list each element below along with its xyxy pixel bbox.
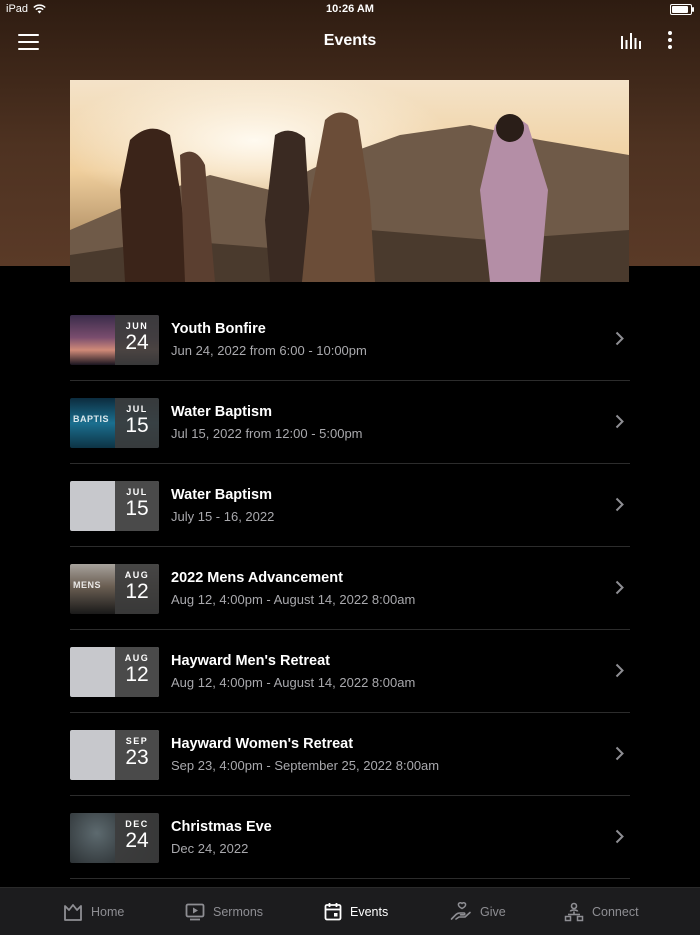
event-row[interactable]: DEC 24 Christmas Eve Dec 24, 2022 <box>70 796 630 879</box>
bar-chart-icon[interactable] <box>620 32 642 50</box>
event-thumbnail: JUL 15 <box>70 481 159 531</box>
thumbnail-text: BAPTIS <box>73 414 110 424</box>
event-datetime: Jun 24, 2022 from 6:00 - 10:00pm <box>171 343 367 358</box>
chevron-right-icon <box>615 331 624 346</box>
event-thumbnail: BAPTIS JUL 15 <box>70 398 159 448</box>
event-thumbnail: DEC 24 <box>70 813 159 863</box>
event-row[interactable]: SEP 23 Hayward Women's Retreat Sep 23, 4… <box>70 713 630 796</box>
tab-events[interactable]: Events <box>324 888 388 935</box>
event-row[interactable]: BAPTIS JUL 15 Water Baptism Jul 15, 2022… <box>70 381 630 464</box>
connect-network-icon <box>564 902 584 921</box>
event-list: JUN 24 Youth Bonfire Jun 24, 2022 from 6… <box>70 298 630 879</box>
tab-home[interactable]: Home <box>63 888 124 935</box>
date-badge: JUL 15 <box>115 481 159 531</box>
event-datetime: Jul 15, 2022 from 12:00 - 5:00pm <box>171 426 363 441</box>
event-thumbnail: JUN 24 <box>70 315 159 365</box>
date-badge: JUN 24 <box>115 315 159 365</box>
event-thumbnail: SEP 23 <box>70 730 159 780</box>
event-title: Hayward Men's Retreat <box>171 653 330 669</box>
date-badge: JUL 15 <box>115 398 159 448</box>
home-icon <box>64 903 82 921</box>
chevron-right-icon <box>615 663 624 678</box>
clock: 10:26 AM <box>326 3 374 15</box>
more-options-icon[interactable] <box>664 31 676 53</box>
thumbnail-text: MENS <box>73 580 102 590</box>
date-badge: DEC 24 <box>115 813 159 863</box>
event-datetime: Sep 23, 4:00pm - September 25, 2022 8:00… <box>171 758 440 773</box>
calendar-icon <box>324 903 342 921</box>
event-title: Water Baptism <box>171 404 272 420</box>
event-title: Water Baptism <box>171 487 272 503</box>
event-datetime: July 15 - 16, 2022 <box>171 509 275 524</box>
chevron-right-icon <box>615 497 624 512</box>
event-datetime: Dec 24, 2022 <box>171 841 249 856</box>
navigation-bar: Events <box>0 22 700 62</box>
hero-image <box>70 80 629 282</box>
give-hand-icon <box>450 902 471 920</box>
page-title: Events <box>323 32 377 49</box>
play-screen-icon <box>185 903 205 920</box>
event-title: Christmas Eve <box>171 819 272 835</box>
tab-bar: Home Sermons Events Give Connect <box>0 887 700 935</box>
tab-label: Connect <box>592 904 639 919</box>
tab-label: Give <box>480 904 506 919</box>
event-row[interactable]: MENS AUG 12 2022 Mens Advancement Aug 12… <box>70 547 630 630</box>
event-thumbnail: AUG 12 <box>70 647 159 697</box>
tab-sermons[interactable]: Sermons <box>185 888 263 935</box>
tab-label: Sermons <box>213 904 264 919</box>
tab-give[interactable]: Give <box>450 888 506 935</box>
chevron-right-icon <box>615 414 624 429</box>
event-title: Hayward Women's Retreat <box>171 736 354 752</box>
event-datetime: Aug 12, 4:00pm - August 14, 2022 8:00am <box>171 675 416 690</box>
event-datetime: Aug 12, 4:00pm - August 14, 2022 8:00am <box>171 592 416 607</box>
event-title: Youth Bonfire <box>171 321 266 337</box>
event-row[interactable]: JUL 15 Water Baptism July 15 - 16, 2022 <box>70 464 630 547</box>
date-badge: SEP 23 <box>115 730 159 780</box>
tab-label: Events <box>350 904 389 919</box>
event-row[interactable]: AUG 12 Hayward Men's Retreat Aug 12, 4:0… <box>70 630 630 713</box>
event-thumbnail: MENS AUG 12 <box>70 564 159 614</box>
tab-connect[interactable]: Connect <box>564 888 639 935</box>
chevron-right-icon <box>615 829 624 844</box>
event-title: 2022 Mens Advancement <box>171 570 343 586</box>
date-badge: AUG 12 <box>115 647 159 697</box>
chevron-right-icon <box>615 580 624 595</box>
date-badge: AUG 12 <box>115 564 159 614</box>
battery-icon <box>670 4 694 15</box>
status-bar: iPad 10:26 AM <box>0 0 700 20</box>
tab-label: Home <box>91 904 125 919</box>
chevron-right-icon <box>615 746 624 761</box>
event-row[interactable]: JUN 24 Youth Bonfire Jun 24, 2022 from 6… <box>70 298 630 381</box>
